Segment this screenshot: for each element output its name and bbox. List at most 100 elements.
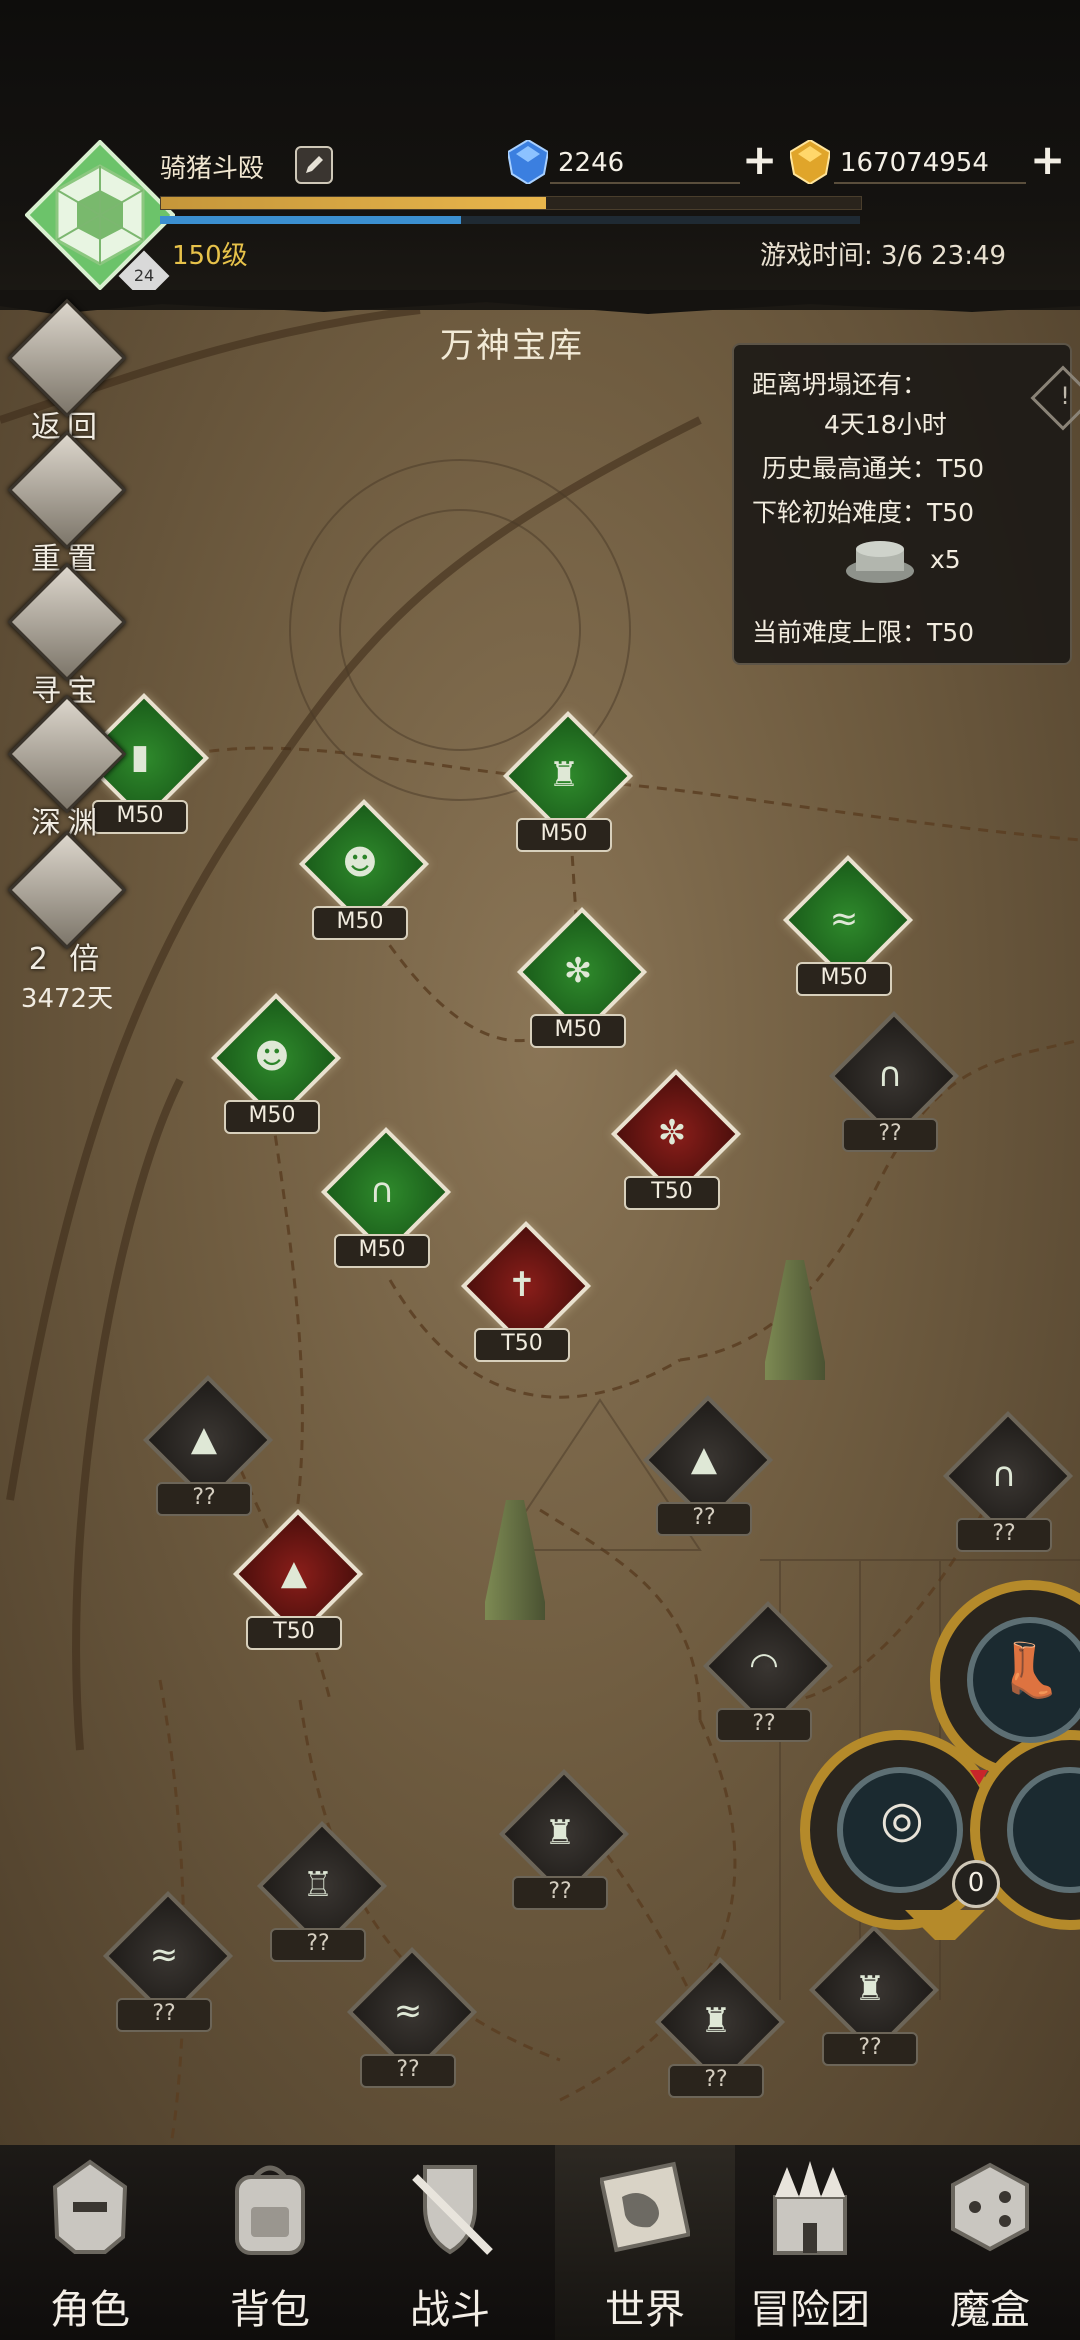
node-difficulty-label: ?? bbox=[668, 2064, 764, 2098]
experience-bar bbox=[160, 196, 862, 210]
reward-count: x5 bbox=[930, 545, 961, 574]
up-arrow-icon bbox=[7, 830, 127, 950]
node-difficulty-label: ?? bbox=[822, 2032, 918, 2066]
map-node-green[interactable]: ☻ M50 bbox=[210, 992, 342, 1136]
nav-backpack[interactable]: 背包 bbox=[180, 2145, 360, 2340]
node-difficulty-label: T50 bbox=[624, 1176, 720, 1210]
abyss-icon bbox=[7, 694, 127, 814]
reset-button[interactable]: 重置 bbox=[7, 430, 127, 578]
node-difficulty-label: ?? bbox=[360, 2054, 456, 2088]
collapse-label: 距离坍塌还有： bbox=[752, 370, 928, 399]
gold-icon bbox=[788, 138, 832, 186]
node-difficulty-label: M50 bbox=[530, 1014, 626, 1048]
node-difficulty-label: M50 bbox=[224, 1100, 320, 1134]
map-node-dark[interactable]: ∩?? bbox=[828, 1010, 960, 1154]
nav-adventure-team[interactable]: 冒险团 bbox=[720, 2145, 900, 2340]
play-time: 游戏时间: 3/6 23:49 bbox=[760, 241, 1007, 271]
helmet-icon bbox=[45, 2157, 135, 2257]
add-gems-button[interactable]: + bbox=[742, 139, 777, 181]
backpack-icon bbox=[225, 2157, 315, 2257]
nav-character[interactable]: 角色 bbox=[0, 2145, 180, 2340]
map-node-dark[interactable]: ∩?? bbox=[942, 1410, 1074, 1554]
map-node-dark[interactable]: ♜?? bbox=[498, 1768, 630, 1912]
map-node-green[interactable]: ✻ M50 bbox=[516, 906, 648, 1050]
top-bar: 24 骑猪斗殴 2246 + 167074954 + 150级 游戏时间: 3/… bbox=[0, 0, 1080, 310]
nav-battle-label: 战斗 bbox=[410, 2287, 490, 2333]
map-node-dark[interactable]: ♜?? bbox=[654, 1956, 786, 2100]
node-difficulty-label: ?? bbox=[656, 1502, 752, 1536]
nav-battle[interactable]: 战斗 bbox=[360, 2145, 540, 2340]
gold-count: 167074954 bbox=[840, 148, 989, 178]
map-node-green[interactable]: ☻ M50 bbox=[298, 798, 430, 942]
map-node-dark[interactable]: ▲?? bbox=[142, 1374, 274, 1518]
info-icon[interactable]: ! bbox=[1030, 365, 1080, 431]
sword-shield-icon bbox=[405, 2157, 495, 2257]
node-difficulty-label: M50 bbox=[334, 1234, 430, 1268]
avatar-badge-text: 24 bbox=[133, 266, 155, 285]
nav-world-label: 世界 bbox=[605, 2287, 685, 2333]
node-difficulty-label: ?? bbox=[270, 1928, 366, 1962]
abyss-button[interactable]: 深渊 bbox=[7, 694, 127, 842]
map-node-dark[interactable]: ▲?? bbox=[642, 1394, 774, 1538]
node-monster-icon: ▲ bbox=[280, 1553, 308, 1593]
castle-icon bbox=[765, 2157, 855, 2257]
node-monster-icon: ∩ bbox=[991, 1455, 1017, 1495]
map-node-dark[interactable]: ♖?? bbox=[256, 1820, 388, 1964]
map-node-green[interactable]: ≈ M50 bbox=[782, 854, 914, 998]
node-monster-icon: ∩ bbox=[369, 1171, 395, 1211]
node-monster-icon: ▲ bbox=[690, 1439, 718, 1479]
node-monster-icon: ≈ bbox=[393, 1991, 423, 2031]
node-difficulty-label: ?? bbox=[156, 1482, 252, 1516]
globe-map-icon bbox=[598, 2157, 692, 2257]
map-node-dark[interactable]: ≈?? bbox=[102, 1890, 234, 2034]
nav-world[interactable]: 世界 bbox=[555, 2145, 735, 2340]
bottom-nav: 角色 背包 战斗 世界 冒险团 魔盒 bbox=[0, 2145, 1080, 2340]
collapse-time: 4天18小时 bbox=[824, 410, 947, 439]
reset-icon bbox=[7, 430, 127, 550]
return-button[interactable]: 返回 bbox=[7, 298, 127, 446]
map-node-green[interactable]: ∩ M50 bbox=[320, 1126, 452, 1270]
node-monster-icon: ◠ bbox=[749, 1645, 779, 1685]
nav-backpack-label: 背包 bbox=[230, 2287, 310, 2333]
player-name: 骑猪斗殴 bbox=[160, 154, 265, 184]
speed-button[interactable]: 2 倍 3472天 bbox=[7, 830, 127, 1015]
node-monster-icon: ✻ bbox=[563, 951, 593, 991]
mana-bar bbox=[160, 216, 860, 224]
node-monster-icon: ≈ bbox=[829, 899, 859, 939]
nav-magic-box-label: 魔盒 bbox=[950, 2287, 1030, 2333]
altar-icon bbox=[842, 535, 918, 587]
node-difficulty-label: ?? bbox=[956, 1518, 1052, 1552]
map-title: 万神宝库 bbox=[440, 326, 584, 366]
edit-name-icon[interactable] bbox=[295, 146, 333, 184]
node-monster-icon: ♜ bbox=[548, 755, 580, 795]
map-node-dark[interactable]: ♜?? bbox=[808, 1924, 940, 2068]
node-difficulty-label: T50 bbox=[246, 1616, 342, 1650]
node-monster-icon: ♜ bbox=[854, 1969, 886, 2009]
node-difficulty-label: M50 bbox=[312, 906, 408, 940]
node-monster-icon: ♜ bbox=[544, 1813, 576, 1853]
add-gold-button[interactable]: + bbox=[1030, 139, 1065, 181]
equipment-wheel[interactable]: 👢 ◎ 0 bbox=[800, 1580, 1080, 1950]
node-difficulty-label: ?? bbox=[842, 1118, 938, 1152]
player-level: 150级 bbox=[172, 241, 248, 271]
map-node-red[interactable]: ▲ T50 bbox=[232, 1508, 364, 1652]
node-difficulty-label: M50 bbox=[516, 818, 612, 852]
treasure-button[interactable]: 寻宝 bbox=[7, 562, 127, 710]
node-monster-icon: ✝ bbox=[507, 1265, 537, 1305]
map-node-red[interactable]: ✝ T50 bbox=[460, 1220, 592, 1364]
ring-icon: ◎ bbox=[880, 1790, 924, 1848]
nav-magic-box[interactable]: 魔盒 bbox=[900, 2145, 1080, 2340]
map-node-green[interactable]: ♜ M50 bbox=[502, 710, 634, 854]
gold-underline bbox=[834, 182, 1026, 184]
node-monster-icon: ▲ bbox=[190, 1419, 218, 1459]
node-monster-icon: ✼ bbox=[657, 1113, 687, 1153]
map-node-dark[interactable]: ≈?? bbox=[346, 1946, 478, 2090]
speed-days: 3472天 bbox=[20, 984, 114, 1014]
node-monster-icon: ♜ bbox=[700, 2001, 732, 2041]
map-node-red[interactable]: ✼ T50 bbox=[610, 1068, 742, 1212]
next-difficulty: 下轮初始难度：T50 bbox=[752, 498, 975, 527]
difficulty-cap: 当前难度上限：T50 bbox=[752, 618, 975, 647]
return-icon bbox=[7, 298, 127, 418]
node-monster-icon: ∩ bbox=[877, 1055, 903, 1095]
node-difficulty-label: ?? bbox=[116, 1998, 212, 2032]
